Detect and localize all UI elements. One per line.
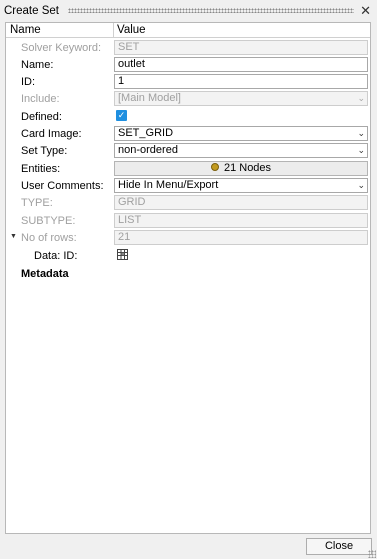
close-icon[interactable]: ✕ (360, 3, 371, 19)
set-type-select[interactable]: non-ordered ⌄ (114, 143, 368, 158)
include-label: Include: (21, 93, 60, 105)
user-comments-value: Hide In Menu/Export (118, 179, 219, 191)
close-button[interactable]: Close (306, 538, 372, 555)
resize-grip[interactable] (368, 550, 376, 558)
set-type-label: Set Type: (21, 145, 68, 157)
solver-keyword-field: SET (114, 40, 368, 55)
column-divider[interactable] (113, 23, 114, 37)
id-input[interactable]: 1 (114, 74, 368, 89)
chevron-down-icon: ⌄ (357, 93, 365, 103)
drag-grip[interactable] (68, 8, 354, 13)
column-header-name[interactable]: Name (10, 24, 41, 36)
row-name: Name: outlet (6, 57, 370, 74)
create-set-dialog: Create Set ✕ Name Value Solver Keyword: … (0, 0, 377, 559)
defined-label: Defined: (21, 111, 62, 123)
entities-value: 21 Nodes (223, 162, 272, 174)
set-type-value: non-ordered (118, 144, 178, 156)
chevron-down-icon: ⌄ (357, 128, 365, 138)
row-data-id: Data: ID: (6, 248, 370, 265)
subtype-field: LIST (114, 213, 368, 228)
chevron-down-icon: ⌄ (357, 180, 365, 190)
user-comments-label: User Comments: (21, 180, 104, 192)
row-include: Include: [Main Model] ⌄ (6, 91, 370, 108)
user-comments-select[interactable]: Hide In Menu/Export ⌄ (114, 178, 368, 193)
card-image-value: SET_GRID (118, 127, 174, 139)
type-field: GRID (114, 195, 368, 210)
table-header: Name Value (6, 23, 370, 38)
chevron-down-icon: ⌄ (357, 145, 365, 155)
row-no-of-rows: ▼ No of rows: 21 (6, 230, 370, 247)
no-of-rows-label: No of rows: (21, 232, 77, 244)
card-image-select[interactable]: SET_GRID ⌄ (114, 126, 368, 141)
include-value: [Main Model] (118, 92, 181, 104)
metadata-section-label: Metadata (21, 268, 69, 280)
defined-checkbox[interactable]: ✓ (116, 110, 127, 121)
card-image-label: Card Image: (21, 128, 82, 140)
solver-keyword-label: Solver Keyword: (21, 42, 102, 54)
row-card-image: Card Image: SET_GRID ⌄ (6, 126, 370, 143)
row-solver-keyword: Solver Keyword: SET (6, 40, 370, 57)
include-select: [Main Model] ⌄ (114, 91, 368, 106)
no-of-rows-field: 21 (114, 230, 368, 245)
type-label: TYPE: (21, 197, 53, 209)
id-label: ID: (21, 76, 36, 88)
name-input[interactable]: outlet (114, 57, 368, 72)
name-label: Name: (21, 59, 54, 71)
check-icon: ✓ (117, 110, 126, 120)
row-id: ID: 1 (6, 74, 370, 91)
row-type: TYPE: GRID (6, 195, 370, 212)
node-icon (210, 163, 219, 172)
data-id-label: Data: ID: (34, 250, 78, 262)
column-header-value[interactable]: Value (117, 24, 146, 36)
subtype-label: SUBTYPE: (21, 215, 76, 227)
row-subtype: SUBTYPE: LIST (6, 213, 370, 230)
properties-table: Name Value Solver Keyword: SET Name: out… (5, 22, 371, 534)
collapse-caret-icon[interactable]: ▼ (10, 233, 17, 240)
row-defined: Defined: ✓ (6, 109, 370, 126)
row-entities: Entities: 21 Nodes (6, 161, 370, 178)
row-user-comments: User Comments: Hide In Menu/Export ⌄ (6, 178, 370, 195)
dialog-title: Create Set (4, 5, 59, 17)
title-bar[interactable]: Create Set ✕ (0, 0, 377, 22)
row-set-type: Set Type: non-ordered ⌄ (6, 143, 370, 160)
entities-label: Entities: (21, 163, 61, 175)
table-icon[interactable] (117, 249, 128, 260)
entities-selector-button[interactable]: 21 Nodes (114, 161, 368, 176)
